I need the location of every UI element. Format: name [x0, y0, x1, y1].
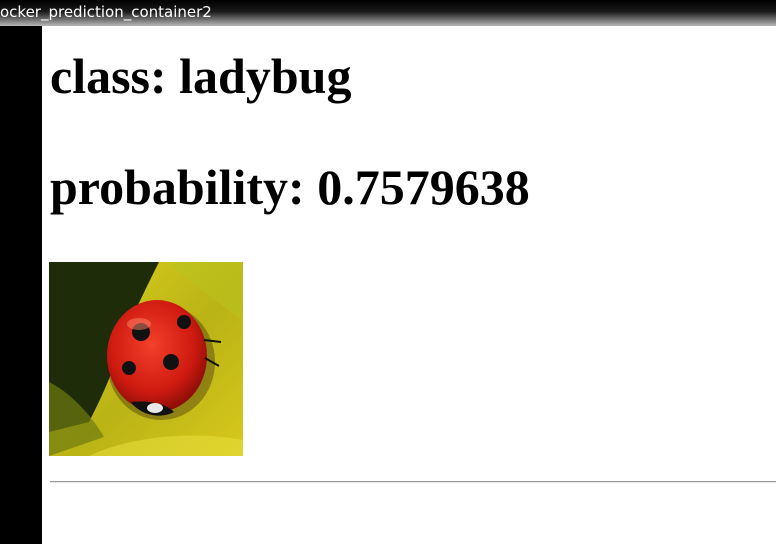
title-bar[interactable]: ocker_prediction_container2 [0, 0, 776, 26]
window-title: ocker_prediction_container2 [0, 3, 212, 21]
ladybug-picture [49, 262, 243, 456]
app-window: ocker_prediction_container2 class: ladyb… [0, 0, 776, 544]
page-content: class: ladybug probability: 0.7579638 [42, 26, 776, 544]
left-black-strip [0, 26, 42, 544]
ladybug-image [49, 262, 243, 456]
horizontal-rule [50, 481, 776, 483]
probability-heading: probability: 0.7579638 [50, 159, 530, 215]
predicted-class-heading: class: ladybug [50, 48, 352, 104]
